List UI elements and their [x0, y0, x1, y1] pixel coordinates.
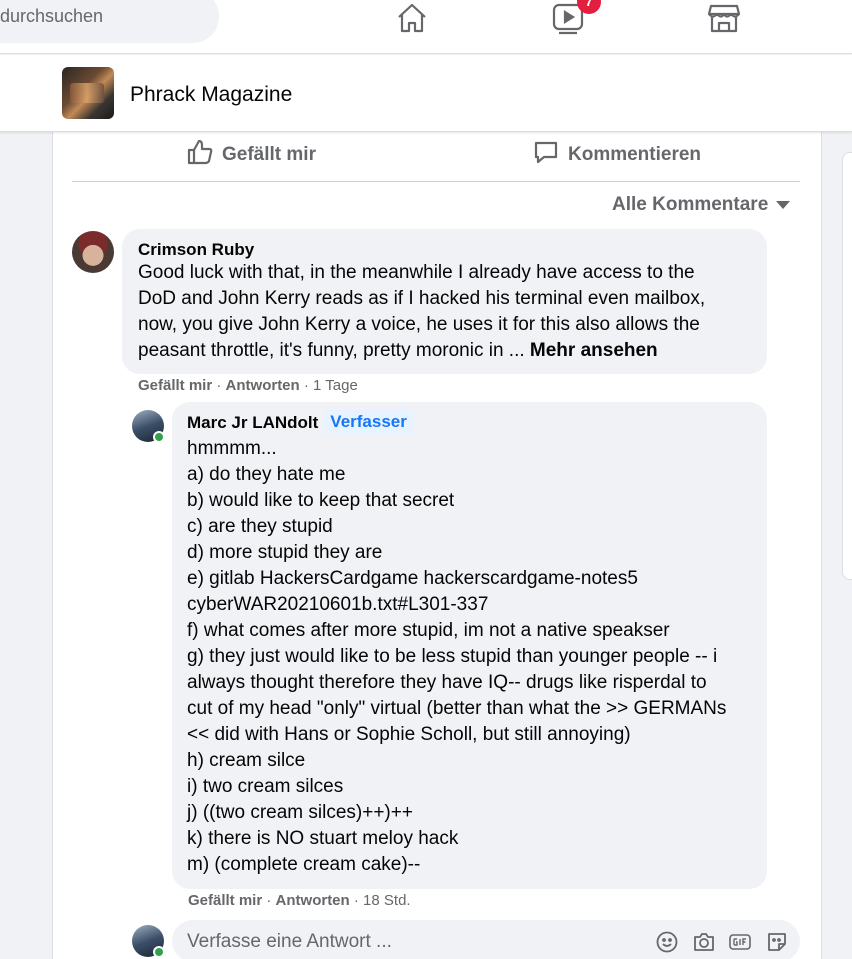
reply-meta: Gefällt mir · Antworten · 18 Std. [188, 892, 411, 909]
comment-filter-label: Alle Kommentare [612, 194, 769, 215]
see-more-link[interactable]: Mehr ansehen [530, 340, 658, 361]
reply-line: always thought therefore they have IQ-- … [187, 672, 707, 693]
reply-line: e) gitlab HackersCardgame hackerscardgam… [187, 568, 638, 589]
comment-line: DoD and John Kerry reads as if I hacked … [138, 288, 706, 309]
author-badge: Verfasser [324, 410, 413, 434]
reply-bubble: Marc Jr LANdolt Verfasser hmmmm... a) do … [172, 402, 767, 889]
side-panel-edge [842, 152, 852, 580]
reply-line: m) (complete cream cake)-- [187, 854, 421, 875]
marketplace-icon[interactable] [706, 0, 746, 36]
comment-like-link[interactable]: Gefällt mir [138, 377, 212, 394]
comment-reply-link[interactable]: Antworten [226, 377, 300, 394]
reply-input[interactable]: Verfasse eine Antwort ... [172, 920, 800, 959]
avatar[interactable] [72, 231, 114, 273]
reply-text: hmmmm... a) do they hate me b) would lik… [187, 436, 726, 878]
page-header: Phrack Magazine [0, 55, 852, 132]
comment-line: Good luck with that, in the meanwhile I … [138, 262, 695, 283]
emoji-icon[interactable] [655, 930, 679, 954]
comment-label: Kommentieren [568, 144, 702, 165]
reply-timestamp[interactable]: 18 Std. [363, 892, 411, 909]
reply-line: b) would like to keep that secret [187, 490, 455, 511]
reply-line: j) ((two cream silces)++)++ [187, 802, 413, 823]
reply-line: hmmmm... [187, 438, 277, 459]
reply-reply-link[interactable]: Antworten [276, 892, 350, 909]
comment-icon [532, 138, 568, 172]
reply-line: << did with Hans or Sophie Scholl, but s… [187, 724, 631, 745]
comment-filter-dropdown[interactable]: Alle Kommentare [612, 194, 791, 216]
reply-author-row: Marc Jr LANdolt Verfasser [187, 410, 413, 434]
reply-line: c) are they stupid [187, 516, 333, 537]
page-avatar[interactable] [62, 67, 114, 119]
comment-line-text: peasant throttle, it's funny, pretty mor… [138, 340, 525, 361]
camera-icon[interactable] [692, 930, 716, 954]
search-placeholder: durchsuchen [0, 6, 104, 26]
reply-line: cyberWAR20210601b.txt#L301-337 [187, 594, 489, 615]
home-icon[interactable] [394, 0, 434, 36]
reply-line: g) they just would like to be less stupi… [187, 646, 718, 667]
reply-line: d) more stupid they are [187, 542, 383, 563]
reply-line: f) what comes after more stupid, im not … [187, 620, 670, 641]
comment-bubble: Crimson Ruby Good luck with that, in the… [122, 229, 767, 374]
like-label: Gefällt mir [222, 144, 316, 165]
chevron-down-icon [776, 201, 791, 209]
search-input[interactable]: durchsuchen [0, 0, 219, 43]
top-navigation-bar: durchsuchen 7 [0, 0, 852, 54]
reply-line: k) there is NO stuart meloy hack [187, 828, 459, 849]
reply-line: a) do they hate me [187, 464, 346, 485]
comment-timestamp[interactable]: 1 Tage [313, 377, 358, 394]
comment-author[interactable]: Crimson Ruby [138, 240, 254, 260]
reply-line: h) cream silce [187, 750, 306, 771]
sticker-icon[interactable] [765, 930, 789, 954]
comment-text: Good luck with that, in the meanwhile I … [138, 260, 705, 364]
comment-meta: Gefällt mir · Antworten · 1 Tage [138, 377, 358, 394]
comment-line: peasant throttle, it's funny, pretty mor… [138, 338, 705, 364]
comment-button[interactable]: Kommentieren [532, 140, 701, 170]
online-status-indicator [153, 431, 165, 443]
like-button[interactable]: Gefällt mir [186, 138, 316, 172]
online-status-indicator [153, 946, 165, 958]
reply-like-link[interactable]: Gefällt mir [188, 892, 262, 909]
page-title[interactable]: Phrack Magazine [130, 83, 292, 107]
reply-placeholder: Verfasse eine Antwort ... [187, 931, 392, 952]
post-action-bar: Gefällt mir Kommentieren [72, 132, 800, 182]
gif-icon[interactable] [728, 930, 752, 954]
reply-line: cut of my head "only" virtual (better th… [187, 698, 727, 719]
like-icon [186, 138, 222, 172]
reply-line: i) two cream silces [187, 776, 344, 797]
reply-author[interactable]: Marc Jr LANdolt [187, 413, 318, 432]
comment-line: now, you give John Kerry a voice, he use… [138, 314, 700, 335]
